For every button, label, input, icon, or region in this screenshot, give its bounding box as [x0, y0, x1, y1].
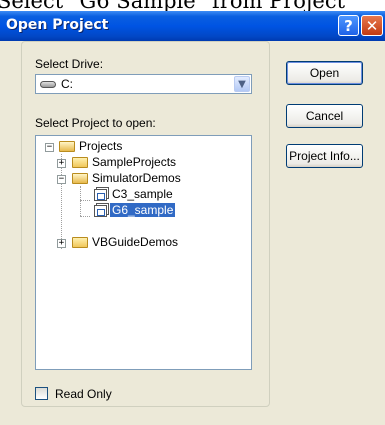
tree-item-simulatordemos[interactable]: − SimulatorDemos — [36, 171, 251, 187]
project-info-button[interactable]: Project Info... — [286, 144, 363, 168]
tree-item-label: Projects — [79, 139, 123, 153]
question-mark-icon: ? — [344, 16, 353, 35]
help-button[interactable]: ? — [338, 15, 359, 36]
minus-icon[interactable]: − — [45, 143, 54, 152]
tree-item-sampleprojects[interactable]: + SampleProjects — [36, 155, 251, 171]
folder-icon — [72, 237, 88, 248]
plus-icon[interactable]: + — [57, 159, 66, 168]
tree-item-label: C3_sample — [112, 187, 173, 201]
project-tree[interactable]: − Projects + SampleProjects − SimulatorD… — [35, 135, 252, 370]
drive-select[interactable]: C: ▼ — [35, 74, 252, 94]
tree-item-projects[interactable]: − Projects — [36, 139, 251, 155]
tree-item-g6-sample[interactable]: G6_sample — [36, 203, 251, 219]
title-bar[interactable]: Open Project ? ✕ — [0, 11, 385, 41]
tree-item-label-selected: G6_sample — [110, 203, 176, 217]
hard-drive-icon — [40, 81, 56, 88]
tree-item-label: SimulatorDemos — [92, 171, 181, 185]
minus-icon[interactable]: − — [57, 175, 66, 184]
select-project-label: Select Project to open: — [35, 116, 156, 130]
plus-icon[interactable]: + — [57, 239, 66, 248]
tree-item-label: SampleProjects — [92, 155, 177, 169]
project-file-icon — [94, 189, 107, 201]
tree-item-c3-sample[interactable]: C3_sample — [36, 187, 251, 203]
tree-item-vbguidedemos[interactable]: + VBGuideDemos — [36, 235, 251, 251]
close-x-icon: ✕ — [365, 16, 379, 35]
folder-icon — [72, 157, 88, 168]
drive-select-value: C: — [61, 77, 73, 91]
instruction-caption: Select "G6 Sample" from Project — [0, 0, 385, 11]
folder-open-icon — [72, 173, 88, 184]
read-only-label[interactable]: Read Only — [55, 387, 112, 401]
project-file-icon — [94, 205, 107, 217]
window-title: Open Project — [6, 17, 109, 33]
chevron-down-icon[interactable]: ▼ — [234, 76, 250, 92]
open-button[interactable]: Open — [286, 61, 363, 85]
close-button[interactable]: ✕ — [361, 15, 383, 36]
tree-item-label: VBGuideDemos — [92, 235, 179, 249]
read-only-checkbox[interactable] — [35, 387, 48, 400]
folder-open-icon — [59, 141, 75, 152]
select-drive-label: Select Drive: — [35, 57, 104, 71]
cancel-button[interactable]: Cancel — [286, 104, 363, 128]
